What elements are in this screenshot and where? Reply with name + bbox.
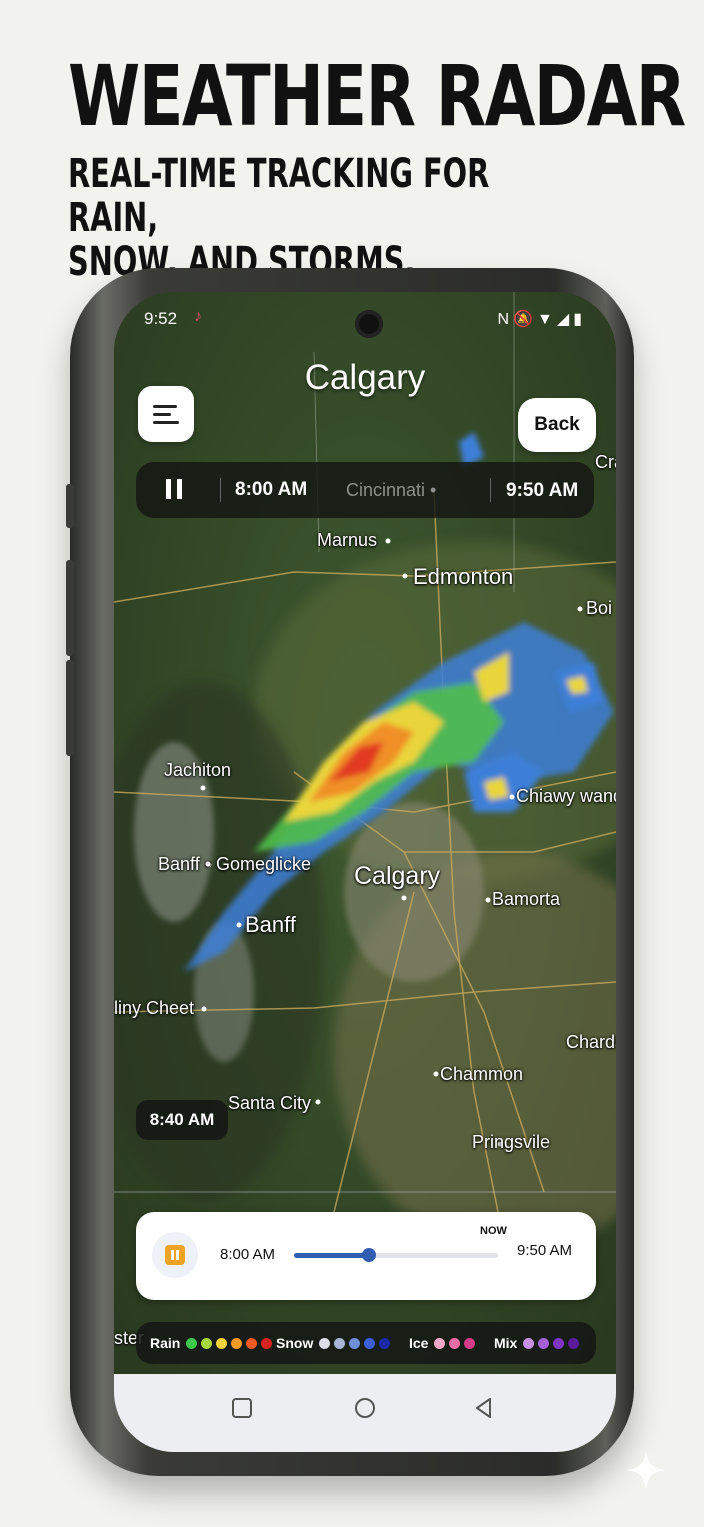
timeline-progress <box>294 1253 370 1258</box>
pause-icon[interactable] <box>166 479 182 499</box>
map-label: Cra <box>595 452 616 472</box>
legend-label: Mix <box>494 1335 518 1351</box>
front-camera <box>355 310 383 338</box>
play-pause-button[interactable] <box>152 1232 198 1278</box>
side-button <box>66 560 74 656</box>
legend-rain: Rain <box>150 1335 276 1351</box>
map-label: liny Cheet <box>114 998 195 1018</box>
pause-icon <box>165 1245 185 1265</box>
system-nav-bar <box>114 1374 616 1452</box>
legend-swatch <box>201 1337 213 1349</box>
status-icons: N🔕▼◢▮ <box>498 309 586 329</box>
legend-label: Rain <box>150 1335 181 1351</box>
legend-swatch <box>553 1337 565 1349</box>
precip-legend: Rain Snow Ice Mix <box>136 1322 596 1364</box>
legend-swatch <box>349 1337 361 1349</box>
status-bar: 9:52 ♪ N🔕▼◢▮ <box>114 292 616 350</box>
nfc-icon: N <box>497 311 514 328</box>
phone-screen: 9:52 ♪ N🔕▼◢▮ Calgary Back 8:00 AM Cincin… <box>114 292 616 1452</box>
legend-swatch <box>538 1337 550 1349</box>
map-label: Banff • Gomeglicke <box>158 854 312 874</box>
map-label: Pringsvile <box>472 1132 551 1152</box>
menu-button[interactable] <box>138 386 194 442</box>
legend-swatch <box>231 1337 243 1349</box>
tiktok-icon: ♪ <box>194 308 202 325</box>
legend-swatch <box>568 1337 580 1349</box>
legend-swatch <box>364 1337 376 1349</box>
map-label: Chammon <box>440 1064 524 1084</box>
sparkle-icon <box>626 1450 666 1490</box>
legend-swatch <box>379 1337 391 1349</box>
side-button <box>66 484 74 528</box>
recents-icon[interactable] <box>230 1396 254 1420</box>
signal-icon: ◢ <box>556 311 574 328</box>
location-label[interactable]: Cincinnati • <box>346 480 436 501</box>
mute-icon: 🔕 <box>513 311 538 328</box>
menu-icon-line <box>153 421 179 424</box>
timeline-knob[interactable] <box>362 1248 377 1262</box>
time-chip: 8:40 AM <box>136 1100 228 1140</box>
divider <box>490 478 491 502</box>
legend-swatch <box>449 1337 461 1349</box>
timeline-slider[interactable] <box>294 1248 498 1262</box>
side-button <box>66 660 74 756</box>
map-label: Bamorta <box>492 889 561 909</box>
map-label: Edmonton <box>413 564 514 589</box>
map-label: Chiawy wand <box>516 786 616 806</box>
map-label: Calgary <box>354 862 441 890</box>
legend-swatch <box>334 1337 346 1349</box>
legend-swatch <box>186 1337 198 1349</box>
back-icon[interactable] <box>472 1396 496 1420</box>
legend-swatch <box>523 1337 535 1349</box>
legend-label: Snow <box>276 1335 314 1351</box>
menu-icon <box>153 405 177 408</box>
map-label: Santa City <box>228 1093 312 1113</box>
now-label: NOW <box>480 1225 507 1237</box>
legend-swatch <box>434 1337 446 1349</box>
legend-swatch <box>216 1337 228 1349</box>
back-button[interactable]: Back <box>518 398 596 452</box>
headline: WEATHER RADAR <box>68 47 686 145</box>
legend-ice: Ice <box>409 1335 479 1351</box>
start-time: 8:00 AM <box>235 479 308 500</box>
map-label: Banff <box>245 912 296 937</box>
menu-icon-line <box>153 413 171 416</box>
subline: REAL-TIME TRACKING FOR RAIN, SNOW, AND S… <box>68 151 490 285</box>
end-time: 9:50 AM <box>506 480 579 501</box>
timeline-end: 9:50 AM <box>517 1242 573 1259</box>
timeline-panel: 8:00 AM NOW 9:50 AM <box>136 1212 596 1300</box>
legend-swatch <box>319 1337 331 1349</box>
legend-label: Ice <box>409 1335 429 1351</box>
legend-swatch <box>261 1337 273 1349</box>
map-label: Boi <box>586 598 613 618</box>
divider <box>220 478 221 502</box>
status-time: 9:52 <box>144 309 178 328</box>
map-label: Marnus <box>317 530 378 550</box>
legend-mix: Mix <box>494 1335 583 1351</box>
playback-bar: 8:00 AM Cincinnati • 9:50 AM <box>136 462 594 518</box>
map-label: Chards <box>566 1032 616 1052</box>
map-label: Jachiton <box>164 760 232 780</box>
wifi-icon: ▼ <box>537 311 557 328</box>
legend-swatch <box>246 1337 258 1349</box>
legend-swatch <box>464 1337 476 1349</box>
timeline-start: 8:00 AM <box>220 1246 276 1263</box>
battery-icon: ▮ <box>573 311 586 328</box>
home-icon[interactable] <box>353 1396 377 1420</box>
legend-snow: Snow <box>276 1335 394 1351</box>
